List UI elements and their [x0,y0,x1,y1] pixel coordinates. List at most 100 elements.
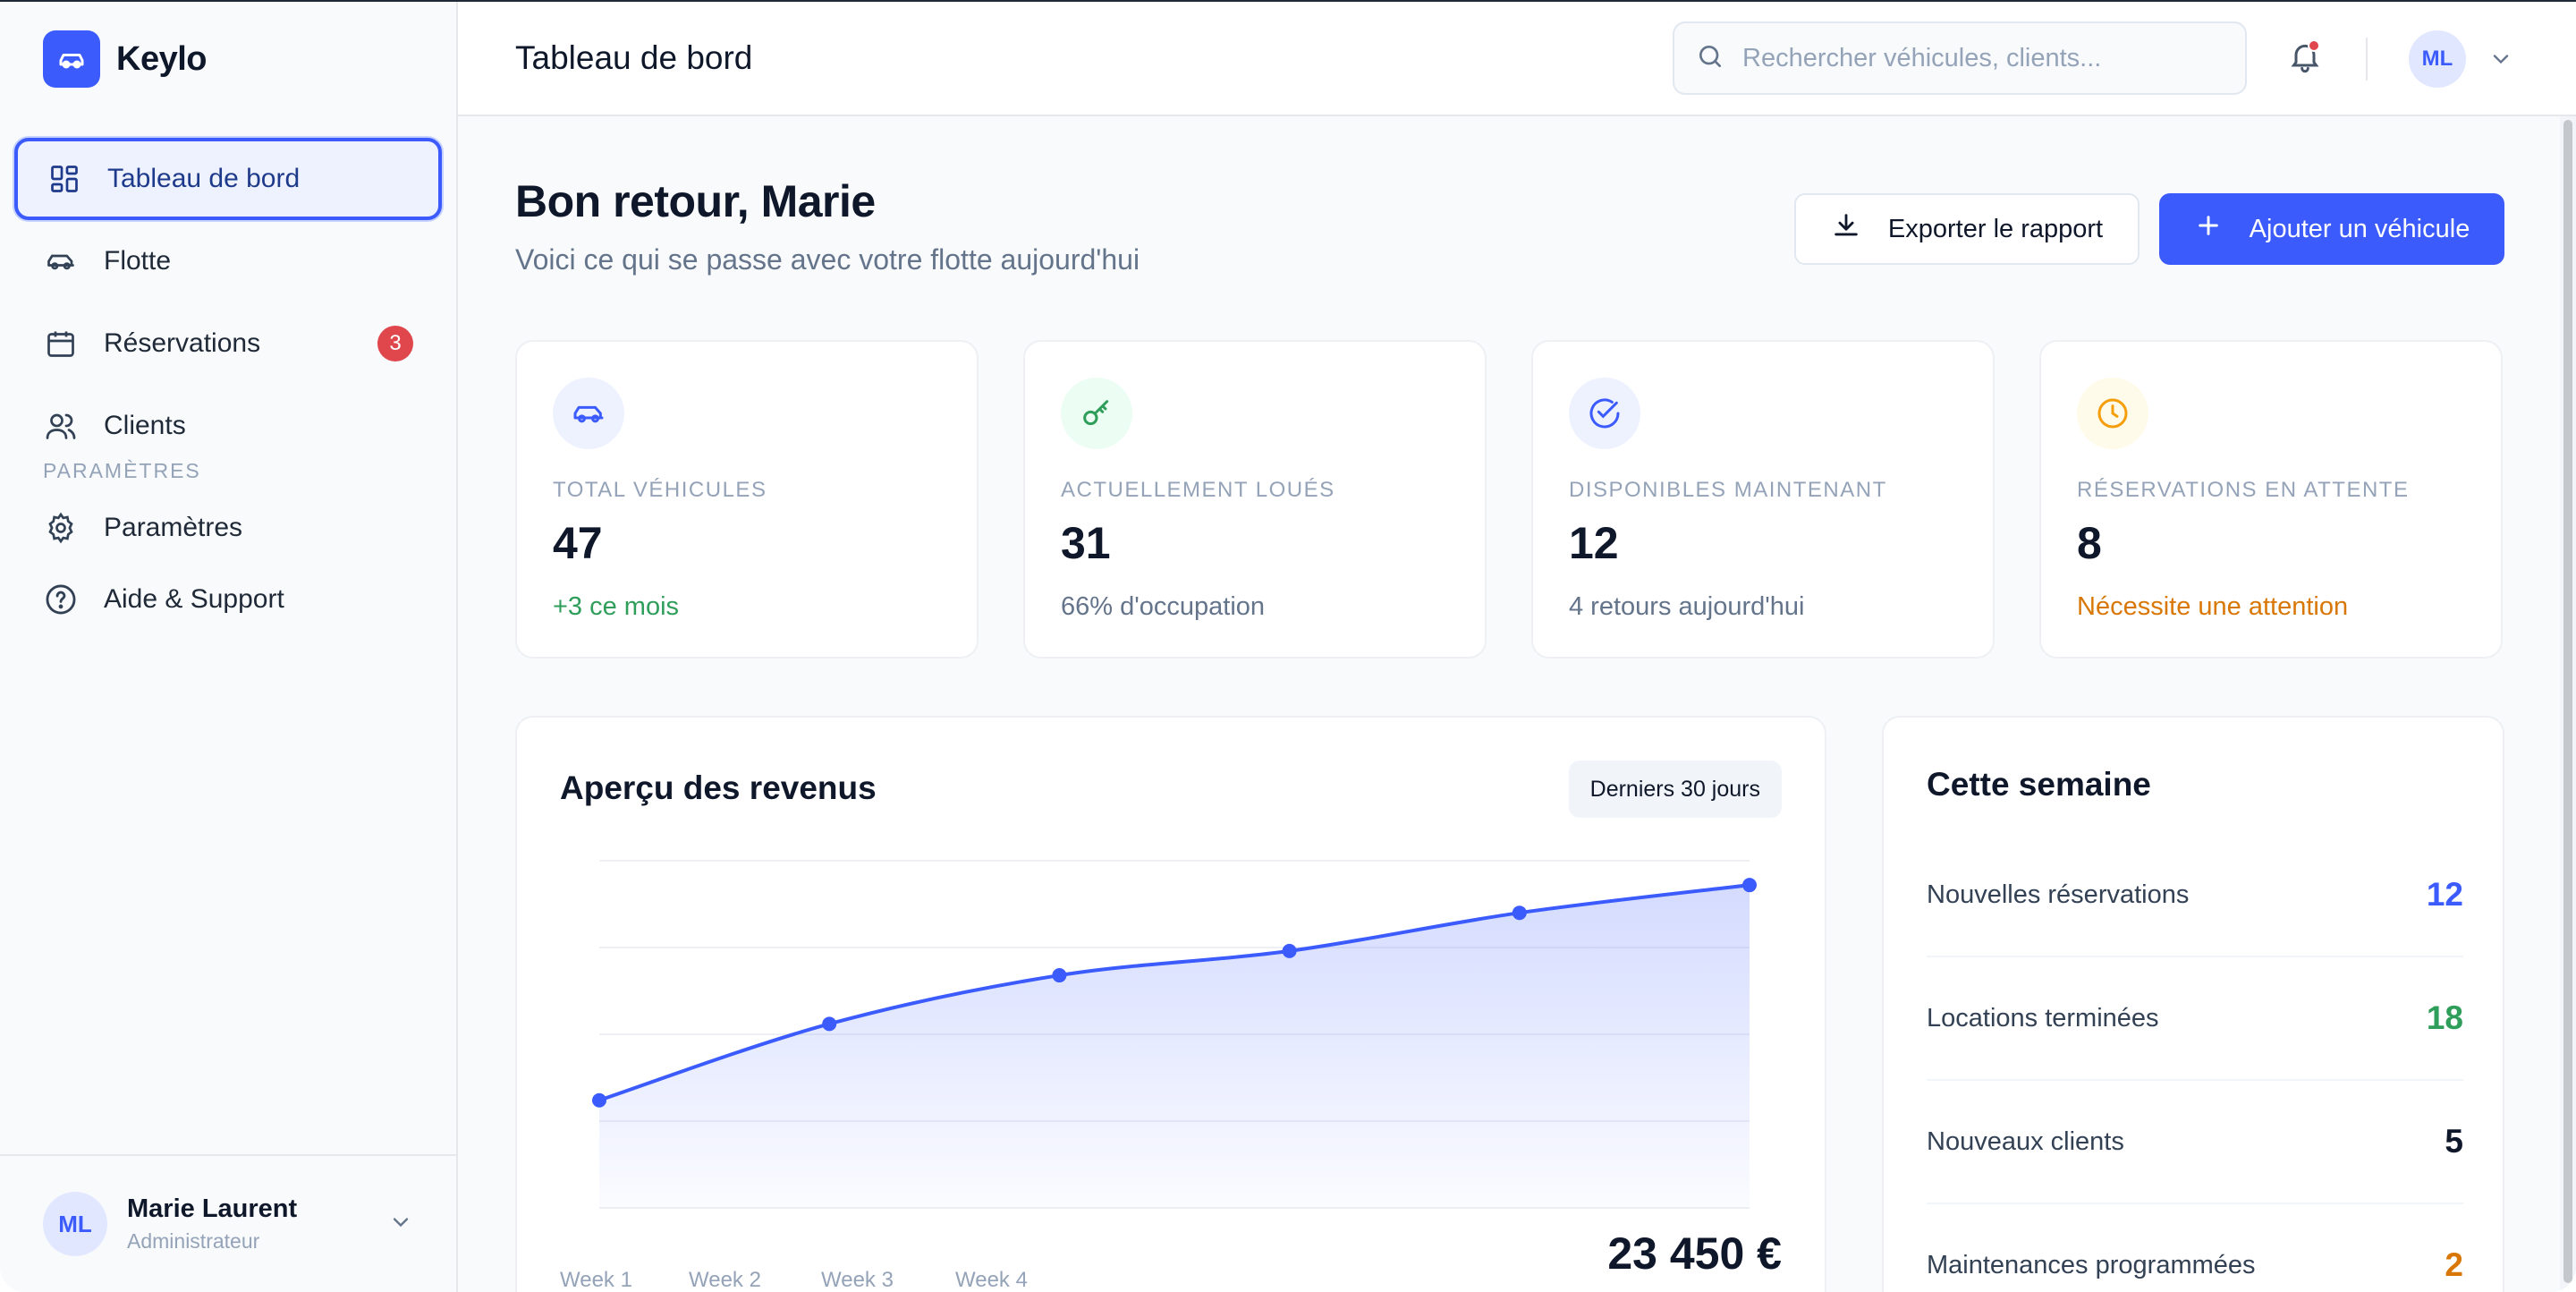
app-window: Keylo Tableau de bord Flotte Réservation… [0,0,2576,1292]
sidebar-item-label: Paramètres [104,513,243,542]
calendar-icon [43,326,79,361]
stat-note: Nécessite une attention [2077,592,2349,621]
brand[interactable]: Keylo [43,30,207,88]
data-point[interactable] [1052,968,1067,983]
topbar: Tableau de bord ML [458,2,2576,116]
metric-label: Nouvelles réservations [1927,880,2190,909]
add-vehicle-button[interactable]: Ajouter un véhicule [2159,193,2504,265]
this-week-title: Cette semaine [1927,766,2151,803]
search-bar[interactable] [1673,21,2247,95]
revenue-card: Aperçu des revenus Derniers 30 jours Wee… [515,716,1826,1292]
stat-value: 8 [2077,518,2102,568]
chevron-down-icon[interactable] [2488,47,2513,76]
list-item: Locations terminées 18 [1927,957,2463,1081]
check-circle-icon [1569,378,1640,449]
this-week-card: Cette semaine Nouvelles réservations 12 … [1882,716,2504,1292]
user-role: Administrateur [127,1229,260,1253]
metric-value: 2 [2445,1246,2463,1283]
stat-card-pending[interactable]: RÉSERVATIONS EN ATTENTE 8 Nécessite une … [2039,340,2503,659]
revenue-chart: Week 1 Week 2 Week 3 Week 4 [560,860,1757,1292]
key-icon [1061,378,1132,449]
search-input[interactable] [1742,43,2224,73]
list-item: Maintenances programmées 2 [1927,1204,2463,1292]
metric-label: Nouveaux clients [1927,1126,2124,1156]
car-icon [553,378,624,449]
brand-name: Keylo [116,39,207,78]
data-point[interactable] [592,1092,606,1108]
sidebar-item-reservations[interactable]: Réservations 3 [14,302,442,385]
metric-value: 12 [2426,876,2463,913]
x-axis-label: Week 2 [689,1268,761,1292]
export-report-label: Exporter le rapport [1887,214,2104,243]
stat-note: 4 retours aujourd'hui [1569,592,1805,621]
sidebar-item-fleet[interactable]: Flotte [14,220,442,302]
stat-value: 31 [1061,518,1111,568]
revenue-total: 23 450 € [1607,1228,1782,1279]
welcome-subtitle: Voici ce qui se passe avec votre flotte … [515,243,1140,276]
notifications-button[interactable] [2283,36,2327,81]
stat-label: DISPONIBLES MAINTENANT [1569,478,1887,502]
divider [2366,38,2368,81]
dashboard-icon [47,161,82,197]
list-item: Nouveaux clients 5 [1927,1081,2463,1204]
stat-value: 47 [553,518,603,568]
scrollbar-thumb[interactable] [2563,120,2572,1283]
export-report-button[interactable]: Exporter le rapport [1794,193,2140,265]
sidebar-item-dashboard[interactable]: Tableau de bord [14,138,442,220]
help-icon [43,582,79,617]
search-icon [1696,42,1724,75]
stat-value: 12 [1569,518,1619,568]
stat-card-rented[interactable]: ACTUELLEMENT LOUÉS 31 66% d'occupation [1023,340,1487,659]
stat-note: 66% d'occupation [1061,592,1266,621]
this-week-list: Nouvelles réservations 12 Locations term… [1927,834,2463,1292]
x-axis-label: Week 4 [955,1268,1028,1292]
stat-label: ACTUELLEMENT LOUÉS [1061,478,1335,502]
sidebar-item-help[interactable]: Aide & Support [14,558,442,641]
data-point[interactable] [1742,878,1757,893]
avatar: ML [43,1192,107,1256]
download-icon [1831,210,1861,248]
metric-value: 5 [2445,1123,2463,1160]
x-axis-label: Week 3 [821,1268,894,1292]
main-area: Tableau de bord ML Bon retour, Marie [458,2,2576,1292]
welcome-title: Bon retour, Marie [515,176,876,226]
car-icon [43,30,100,88]
notification-badge: 3 [377,326,413,361]
list-item: Nouvelles réservations 12 [1927,834,2463,957]
stat-label: RÉSERVATIONS EN ATTENTE [2077,478,2410,502]
x-axis-label: Week 1 [560,1268,632,1292]
sidebar: Keylo Tableau de bord Flotte Réservation… [0,2,458,1292]
stat-note: +3 ce mois [553,592,680,621]
clock-icon [2077,378,2148,449]
stats-row: TOTAL VÉHICULES 47 +3 ce mois ACTUELLEME… [515,340,2504,659]
metric-label: Maintenances programmées [1927,1250,2256,1279]
sidebar-item-clients[interactable]: Clients [14,385,442,467]
user-name: Marie Laurent [127,1194,298,1223]
sidebar-item-settings[interactable]: Paramètres [14,487,442,569]
sidebar-item-label: Réservations [104,328,261,358]
scrollbar[interactable] [2560,116,2576,1292]
sidebar-item-label: Aide & Support [104,584,284,614]
sidebar-item-label: Flotte [104,246,172,276]
sidebar-item-label: Tableau de bord [107,164,301,193]
stat-card-total-vehicles[interactable]: TOTAL VÉHICULES 47 +3 ce mois [515,340,979,659]
metric-label: Locations terminées [1927,1003,2159,1033]
sidebar-user-menu[interactable]: ML Marie Laurent Administrateur [0,1154,456,1292]
gear-icon [43,510,79,546]
plus-icon [2194,211,2223,247]
add-vehicle-label: Ajouter un véhicule [2249,214,2470,243]
chevron-down-icon[interactable] [388,1210,413,1239]
data-point[interactable] [1282,943,1297,958]
users-icon [43,408,79,444]
notification-dot [2308,39,2320,52]
avatar[interactable]: ML [2409,30,2466,88]
data-point[interactable] [1512,905,1527,921]
data-point[interactable] [822,1016,837,1032]
revenue-area [599,885,1750,1208]
stat-card-available[interactable]: DISPONIBLES MAINTENANT 12 4 retours aujo… [1531,340,1995,659]
car-icon [43,243,79,279]
sidebar-item-label: Clients [104,411,186,440]
sidebar-nav: Tableau de bord Flotte Réservations 3 Cl… [14,138,442,641]
stat-label: TOTAL VÉHICULES [553,478,767,502]
metric-value: 18 [2426,999,2463,1036]
